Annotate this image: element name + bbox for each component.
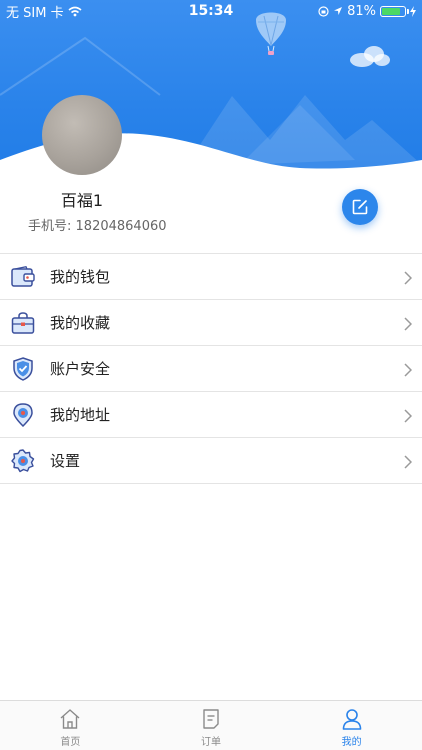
menu-item-wallet[interactable]: 我的钱包: [0, 254, 422, 300]
tab-label-mine: 我的: [341, 737, 362, 748]
wallet-icon: [11, 265, 35, 289]
order-icon: [203, 709, 219, 729]
menu-label-address: 我的地址: [50, 406, 111, 424]
favorites-bag-icon: [11, 311, 35, 335]
tab-home[interactable]: 首页: [0, 701, 141, 750]
menu-item-favorites[interactable]: 我的收藏: [0, 300, 422, 346]
edit-profile-button[interactable]: [342, 189, 378, 225]
shield-check-icon: [11, 356, 35, 381]
battery-percent: 81%: [347, 3, 376, 19]
chevron-right-icon: [404, 455, 412, 469]
phone-number: 18204864060: [75, 219, 167, 234]
orientation-lock-icon: [318, 5, 329, 17]
chevron-right-icon: [404, 363, 412, 377]
menu-label-favorites: 我的收藏: [50, 314, 111, 332]
edit-icon: [352, 199, 368, 215]
menu-item-account-security[interactable]: 账户安全: [0, 346, 422, 392]
tab-orders[interactable]: 订单: [141, 701, 282, 750]
home-icon: [60, 709, 80, 729]
status-bar: 无 SIM 卡 15:34 81%: [0, 0, 422, 22]
user-name: 百福1: [60, 191, 104, 210]
menu-label-settings: 设置: [50, 452, 81, 470]
chevron-right-icon: [404, 317, 412, 331]
tab-label-home: 首页: [60, 737, 81, 748]
tab-label-orders: 订单: [201, 737, 221, 748]
cloud-icon: [350, 46, 390, 67]
user-icon: [342, 709, 361, 730]
phone-row: 手机号: 18204864060: [28, 215, 167, 234]
tab-mine[interactable]: 我的: [281, 701, 422, 750]
profile-menu: 我的钱包 我的收藏 账户安全 我的地址 设置: [0, 253, 422, 484]
status-time: 15:34: [188, 3, 234, 19]
wifi-icon: [68, 6, 82, 16]
battery-icon: [380, 5, 409, 17]
chevron-right-icon: [404, 271, 412, 285]
tab-bar: 首页 订单 我的: [0, 700, 422, 750]
avatar[interactable]: [42, 95, 122, 175]
menu-label-account-security: 账户安全: [50, 360, 111, 378]
charging-bolt-icon: [410, 5, 416, 17]
gear-icon: [11, 448, 35, 473]
location-arrow-icon: [334, 7, 343, 15]
menu-label-wallet: 我的钱包: [50, 268, 111, 286]
chevron-right-icon: [404, 409, 412, 423]
carrier-label: 无 SIM 卡: [6, 5, 64, 21]
phone-label: 手机号:: [28, 219, 72, 234]
menu-item-address[interactable]: 我的地址: [0, 392, 422, 438]
menu-item-settings[interactable]: 设置: [0, 438, 422, 484]
location-pin-icon: [11, 402, 35, 427]
